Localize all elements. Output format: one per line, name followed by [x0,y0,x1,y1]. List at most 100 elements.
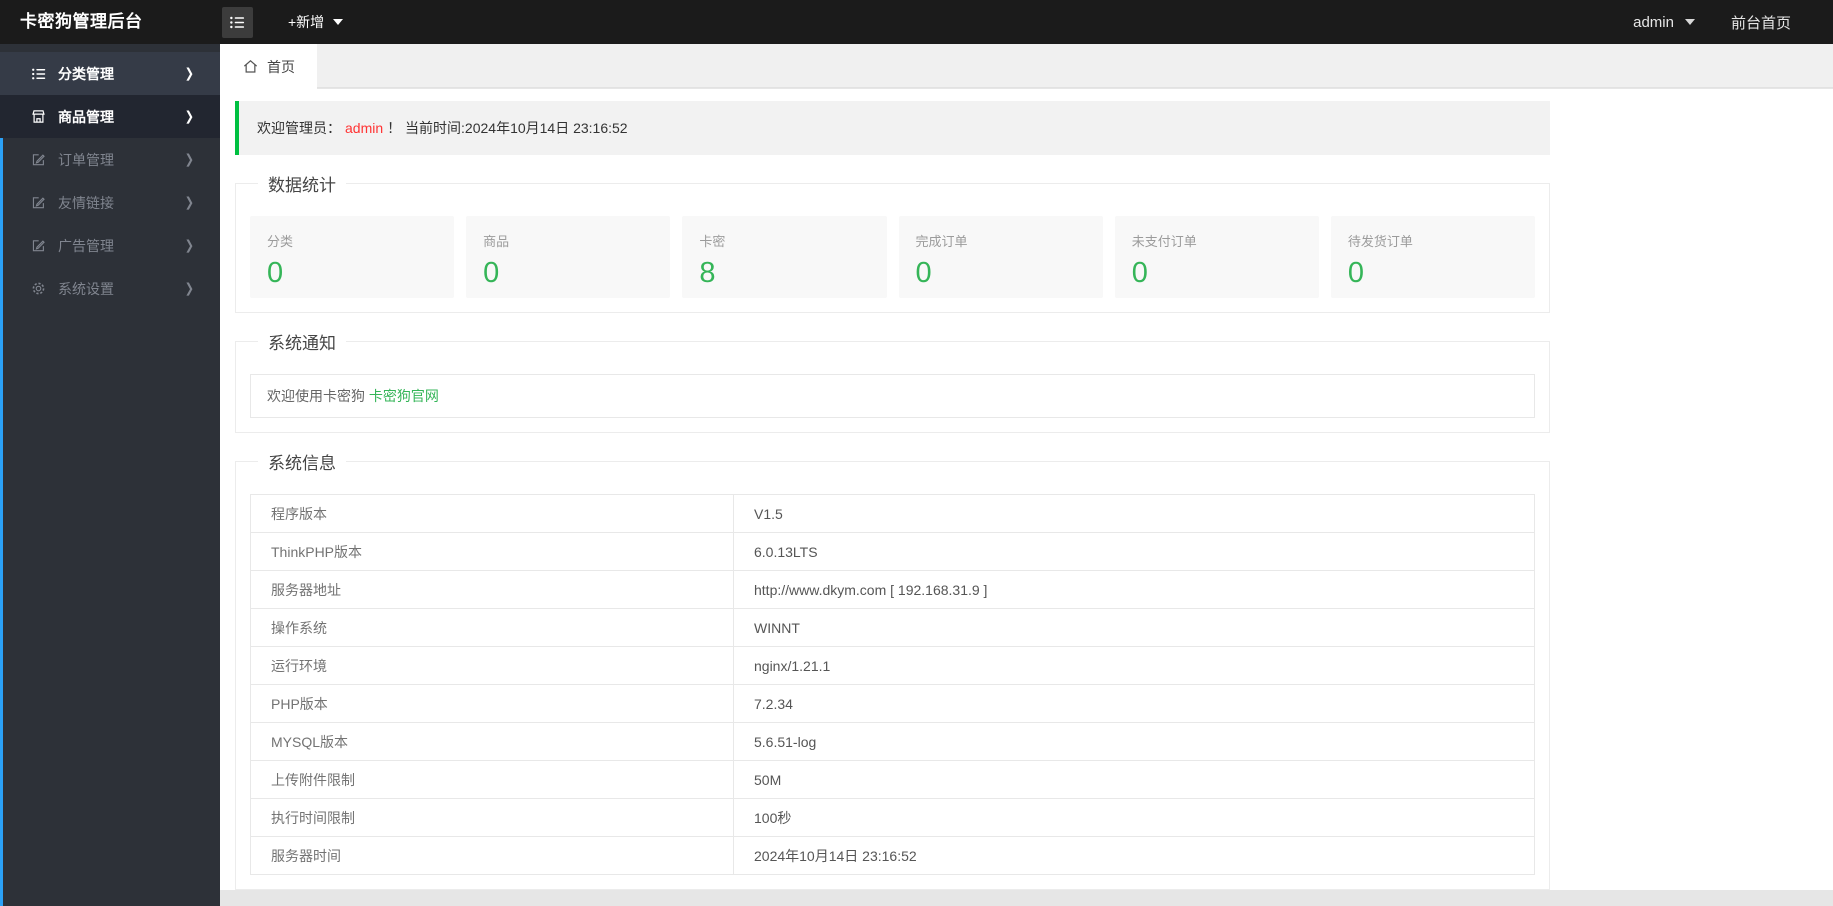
stat-card-category: 分类 0 [250,216,455,298]
welcome-alert: 欢迎管理员： admin！ 当前时间:2024年10月14日 23:16:52 [235,101,1550,155]
chevron-right-icon: ❯ [184,66,194,82]
notice-legend: 系统通知 [268,334,336,353]
stat-label: 商品 [483,234,510,249]
table-row: 服务器地址 http://www.dkym.com [ 192.168.31.9… [250,570,1535,609]
row-value: V1.5 [733,494,1535,533]
menu-toggle-button[interactable] [222,7,253,38]
stat-cards-row: 分类 0 商品 0 卡密 8 完成订单 0 未支付订单 0 待发货订单 0 [250,216,1536,298]
sidebar: 分类管理 ❯ 商品管理 ❯ 订单管理 ❯ 友情链接 ❯ 广告管理 ❯ 系统设置 … [0,44,220,906]
chevron-right-icon: ❯ [184,281,194,297]
row-label: 服务器地址 [250,570,734,609]
row-label: PHP版本 [250,684,734,723]
stat-value: 0 [1131,257,1148,289]
row-label: 程序版本 [250,494,734,533]
stat-card-unpaid-orders: 未支付订单 0 [1114,216,1319,298]
sidebar-item-category[interactable]: 分类管理 ❯ [0,52,220,95]
sidebar-item-label: 系统设置 [58,280,114,297]
sysinfo-legend: 系统信息 [268,454,336,473]
welcome-admin-name: admin [345,120,384,136]
stat-value: 0 [267,257,284,289]
stats-section: 数据统计 分类 0 商品 0 卡密 8 完成订单 0 未支付订单 0 待发货订单… [235,171,1550,313]
notice-text: 欢迎使用卡密狗 [267,388,369,404]
sidebar-item-settings[interactable]: 系统设置 ❯ [0,267,220,310]
table-row: 上传附件限制 50M [250,760,1535,799]
stat-card-cardkey: 卡密 8 [682,216,887,298]
stat-card-completed-orders: 完成订单 0 [898,216,1103,298]
row-label: MYSQL版本 [250,722,734,761]
sysinfo-section: 系统信息 程序版本 V1.5 ThinkPHP版本 6.0.13LTS 服务器地… [235,449,1550,890]
edit-icon [31,238,46,253]
tab-label: 首页 [267,58,295,75]
add-new-label: +新增 [288,14,325,30]
stat-label: 分类 [267,234,294,249]
stat-label: 卡密 [699,234,726,249]
chevron-right-icon: ❯ [184,195,194,211]
caret-down-icon [1684,19,1695,25]
sidebar-item-label: 友情链接 [58,194,114,211]
table-row: 执行时间限制 100秒 [250,798,1535,837]
list-icon [229,14,246,31]
sidebar-item-label: 商品管理 [58,108,114,125]
username: admin [1633,13,1674,31]
stat-value: 0 [1347,257,1364,289]
table-row: MYSQL版本 5.6.51-log [250,722,1535,761]
chevron-right-icon: ❯ [184,238,194,254]
sidebar-item-ads[interactable]: 广告管理 ❯ [0,224,220,267]
table-row: 运行环境 nginx/1.21.1 [250,646,1535,685]
row-label: 执行时间限制 [250,798,734,837]
caret-down-icon [333,19,344,25]
sidebar-item-label: 分类管理 [58,65,114,82]
table-row: ThinkPHP版本 6.0.13LTS [250,532,1535,571]
table-row: PHP版本 7.2.34 [250,684,1535,723]
row-value: 6.0.13LTS [733,532,1535,571]
stat-card-pending-shipment: 待发货订单 0 [1330,216,1536,298]
sidebar-item-links[interactable]: 友情链接 ❯ [0,181,220,224]
gear-icon [31,281,46,296]
chevron-right-icon: ❯ [184,109,194,125]
sidebar-item-order[interactable]: 订单管理 ❯ [0,138,220,181]
tab-bar: 首页 [220,44,1833,89]
row-label: 操作系统 [250,608,734,647]
home-icon [242,58,259,75]
tab-home[interactable]: 首页 [220,44,317,89]
stat-card-product: 商品 0 [466,216,671,298]
sidebar-item-label: 广告管理 [58,237,114,254]
list-icon [31,66,47,82]
row-value: 2024年10月14日 23:16:52 [733,836,1535,875]
row-value: 50M [733,760,1535,799]
row-label: ThinkPHP版本 [250,532,734,571]
app-title: 卡密狗管理后台 [20,12,143,31]
table-row: 服务器时间 2024年10月14日 23:16:52 [250,836,1535,875]
row-label: 上传附件限制 [250,760,734,799]
row-value: nginx/1.21.1 [733,646,1535,685]
stats-legend: 数据统计 [268,176,336,195]
notice-section: 系统通知 欢迎使用卡密狗 卡密狗官网 [235,329,1550,433]
row-value: WINNT [733,608,1535,647]
sidebar-item-label: 订单管理 [58,151,114,168]
edit-icon [31,195,46,210]
top-header: 卡密狗管理后台 +新增 admin 前台首页 [0,0,1833,44]
frontend-home-link[interactable]: 前台首页 [1731,12,1791,33]
header-right: admin 前台首页 [1633,0,1791,44]
row-value: 7.2.34 [733,684,1535,723]
official-site-link[interactable]: 卡密狗官网 [369,388,439,404]
chevron-right-icon: ❯ [184,152,194,168]
stat-label: 未支付订单 [1131,234,1197,249]
main-content: 欢迎管理员： admin！ 当前时间:2024年10月14日 23:16:52 数… [220,89,1833,890]
stat-value: 8 [699,257,716,289]
row-value: 100秒 [733,798,1535,837]
table-row: 程序版本 V1.5 [250,494,1535,533]
user-menu[interactable]: admin [1633,14,1695,31]
row-label: 运行环境 [250,646,734,685]
add-new-button[interactable]: +新增 [288,0,344,44]
sidebar-item-product[interactable]: 商品管理 ❯ [0,95,220,138]
welcome-prefix: 欢迎管理员： [257,120,341,136]
row-value: 5.6.51-log [733,722,1535,761]
stat-label: 完成订单 [915,234,968,249]
notice-box: 欢迎使用卡密狗 卡密狗官网 [250,374,1535,418]
edit-icon [31,152,46,167]
welcome-suffix: ！ 当前时间:2024年10月14日 23:16:52 [387,120,628,136]
shop-icon [31,109,46,124]
sysinfo-table: 程序版本 V1.5 ThinkPHP版本 6.0.13LTS 服务器地址 htt… [250,494,1535,875]
stat-label: 待发货订单 [1347,234,1413,249]
